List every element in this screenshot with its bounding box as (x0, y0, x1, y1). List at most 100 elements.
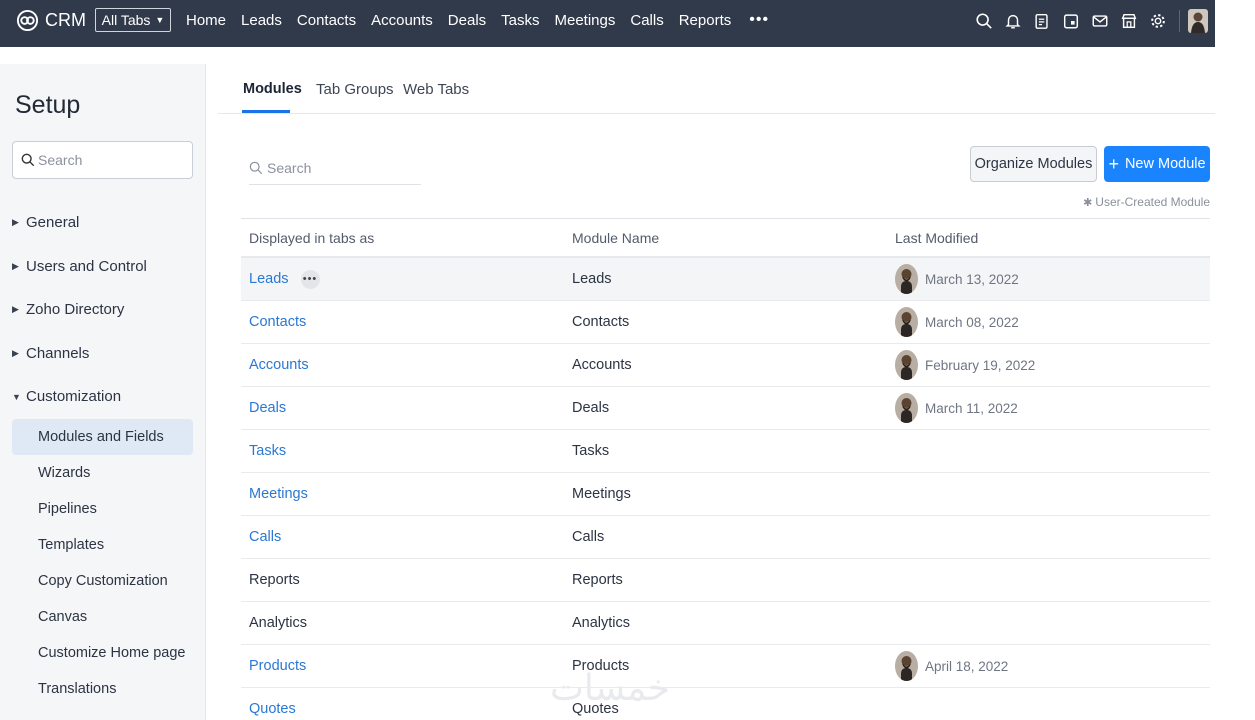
all-tabs-label: All Tabs (101, 12, 151, 28)
module-link[interactable]: Contacts (249, 314, 306, 330)
table-row[interactable]: Calls Calls (241, 516, 1210, 559)
cell-module-name: Meetings (572, 486, 631, 502)
module-link[interactable]: Deals (249, 400, 286, 416)
table-row[interactable]: Tasks Tasks (241, 430, 1210, 473)
module-search-input[interactable] (267, 160, 407, 176)
all-tabs-dropdown[interactable]: All Tabs ▼ (95, 8, 171, 32)
table-row[interactable]: Analytics Analytics (241, 602, 1210, 645)
cell-displayed-as: Meetings (241, 486, 564, 502)
table-row[interactable]: Products Products April 18, 2022 (241, 645, 1210, 688)
table-row[interactable]: Meetings Meetings (241, 473, 1210, 516)
cell-displayed-as: Contacts (241, 314, 564, 330)
more-actions-icon[interactable]: ••• (300, 269, 320, 289)
modules-main-panel: Modules Tab Groups Web Tabs Organize Mod… (218, 64, 1215, 720)
asterisk-icon: ✱ (1083, 197, 1093, 209)
search-icon (21, 153, 35, 167)
table-row[interactable]: Leads ••• Leads March 13, 2022 (241, 258, 1210, 301)
cell-displayed-as: Quotes (241, 701, 564, 717)
setup-sidebar: Setup ▶ General ▶ Users and Control ▶ Zo… (0, 64, 206, 720)
nav-tab-contacts[interactable]: Contacts (297, 12, 356, 29)
cell-last-modified: February 19, 2022 (887, 350, 1210, 380)
cell-module-name: Leads (572, 271, 612, 287)
sidebar-item-pipelines[interactable]: Pipelines (0, 491, 206, 527)
cell-last-modified: April 18, 2022 (887, 651, 1210, 681)
cell-module-name: Reports (572, 572, 623, 588)
modified-date: April 18, 2022 (925, 658, 1009, 674)
module-link[interactable]: Products (249, 658, 306, 674)
tab-modules[interactable]: Modules (243, 81, 302, 97)
module-link[interactable]: Quotes (249, 701, 296, 717)
table-row[interactable]: Contacts Contacts March 08, 2022 (241, 301, 1210, 344)
sidebar-section-users-and-control[interactable]: ▶ Users and Control (0, 245, 206, 289)
avatar (895, 307, 918, 337)
sidebar-section-zoho-directory[interactable]: ▶ Zoho Directory (0, 288, 206, 332)
tab-web-tabs[interactable]: Web Tabs (403, 81, 469, 98)
sidebar-item-customize-home-page[interactable]: Customize Home page (0, 635, 206, 671)
sidebar-section-label: Users and Control (26, 257, 147, 275)
sidebar-item-wizards[interactable]: Wizards (0, 455, 206, 491)
bell-icon[interactable] (1003, 10, 1023, 32)
module-link[interactable]: Accounts (249, 357, 309, 373)
nav-tab-meetings[interactable]: Meetings (555, 12, 616, 29)
sidebar-item-canvas[interactable]: Canvas (0, 599, 206, 635)
module-link[interactable]: Tasks (249, 443, 286, 459)
nav-tab-home[interactable]: Home (186, 12, 226, 29)
cell-module-name: Deals (572, 400, 610, 416)
top-utility-icons (974, 9, 1208, 33)
cell-displayed-as: Products (241, 658, 564, 674)
new-module-button[interactable]: + New Module (1104, 146, 1210, 182)
cell-last-modified: March 13, 2022 (887, 264, 1210, 294)
table-body: Leads ••• Leads March 13, 2022 Contacts Conta… (241, 258, 1210, 720)
cell-displayed-as: Deals (241, 400, 564, 416)
organize-modules-button[interactable]: Organize Modules (970, 146, 1097, 182)
sidebar-item-templates[interactable]: Templates (0, 527, 206, 563)
divider (1179, 10, 1180, 32)
table-row[interactable]: Accounts Accounts February 19, 2022 (241, 344, 1210, 387)
more-tabs-icon[interactable]: ••• (749, 11, 769, 29)
mail-icon[interactable] (1090, 10, 1110, 32)
module-link[interactable]: Meetings (249, 486, 308, 502)
nav-tab-calls[interactable]: Calls (630, 12, 663, 29)
sub-tab-bar: Modules Tab Groups Web Tabs (218, 64, 1215, 114)
marketplace-icon[interactable] (1119, 10, 1139, 32)
gear-icon[interactable] (1148, 10, 1168, 32)
watermark-logo: خمسات (550, 668, 671, 709)
caret-down-icon: ▼ (12, 391, 21, 402)
avatar (895, 393, 918, 423)
sidebar-section-customization[interactable]: ▼ Customization (0, 375, 206, 419)
module-link[interactable]: Leads (249, 271, 289, 287)
crm-logo[interactable]: CRM (16, 9, 86, 32)
column-header-last-modified: Last Modified (895, 229, 979, 246)
setup-search-input[interactable] (38, 152, 178, 168)
table-row[interactable]: Reports Reports (241, 559, 1210, 602)
sidebar-section-label: Customization (26, 388, 122, 406)
sidebar-item-translations[interactable]: Translations (0, 671, 206, 707)
calendar-icon[interactable] (1061, 10, 1081, 32)
nav-tab-accounts[interactable]: Accounts (371, 12, 433, 29)
module-search-box[interactable] (249, 152, 421, 185)
sidebar-section-label: Channels (26, 344, 90, 362)
nav-tab-leads[interactable]: Leads (241, 12, 282, 29)
sidebar-section-channels[interactable]: ▶ Channels (0, 332, 206, 376)
nav-tab-deals[interactable]: Deals (448, 12, 486, 29)
modified-date: March 08, 2022 (925, 314, 1019, 330)
setup-search-box[interactable] (12, 141, 193, 179)
module-label: Reports (249, 572, 300, 588)
sidebar-item-copy-customization[interactable]: Copy Customization (0, 563, 206, 599)
table-row[interactable]: Quotes Quotes (241, 688, 1210, 720)
cell-module-name: Calls (572, 529, 605, 545)
nav-tab-reports[interactable]: Reports (679, 12, 732, 29)
sidebar-item-modules-and-fields[interactable]: Modules and Fields (12, 418, 193, 455)
table-row[interactable]: Deals Deals March 11, 2022 (241, 387, 1210, 430)
search-icon[interactable] (974, 10, 994, 32)
signals-icon[interactable] (1032, 10, 1052, 32)
module-link[interactable]: Calls (249, 529, 281, 545)
nav-tab-tasks[interactable]: Tasks (501, 12, 539, 29)
cell-displayed-as: Reports (241, 572, 564, 588)
sidebar-section-general[interactable]: ▶ General (0, 201, 206, 245)
setup-navigation: ▶ General ▶ Users and Control ▶ Zoho Dir… (0, 201, 206, 707)
modified-date: February 19, 2022 (925, 357, 1036, 373)
user-avatar[interactable] (1188, 9, 1208, 33)
top-navigation-bar: CRM All Tabs ▼ Home Leads Contacts Accou… (0, 0, 1215, 47)
tab-tab-groups[interactable]: Tab Groups (316, 81, 394, 98)
